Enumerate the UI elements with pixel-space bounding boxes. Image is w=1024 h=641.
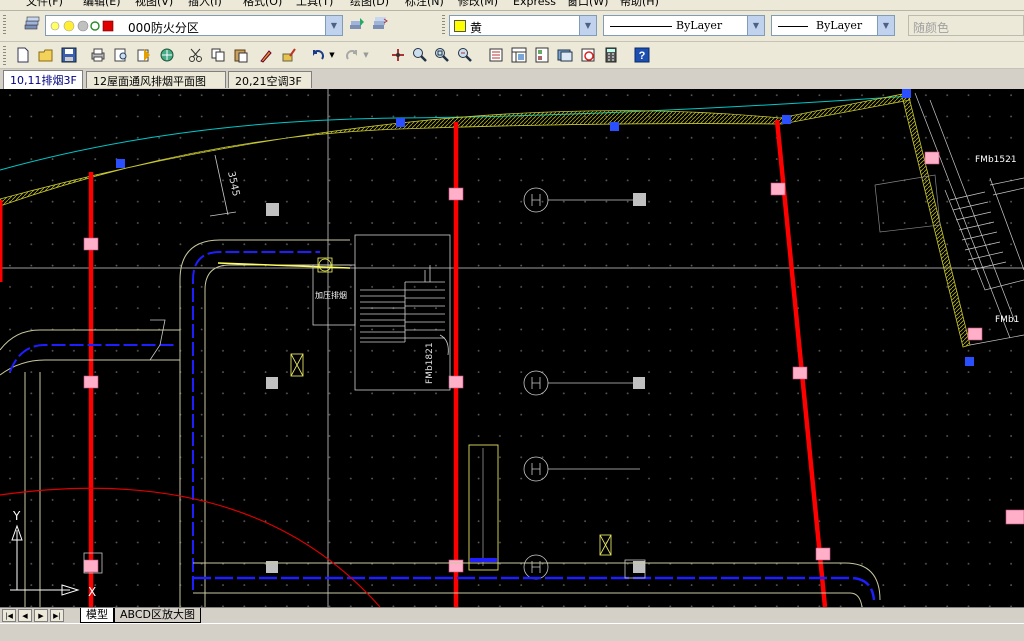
layer-combo[interactable]: 000防火分区 ▼ bbox=[45, 15, 343, 36]
calculator-icon[interactable] bbox=[601, 46, 621, 64]
toolbar-grip[interactable] bbox=[442, 15, 445, 35]
undo-icon[interactable] bbox=[308, 46, 328, 64]
current-plotstyle: 随颜色 bbox=[913, 21, 950, 35]
svg-text:?: ? bbox=[639, 50, 646, 62]
linetype-combo[interactable]: ByLayer ▼ bbox=[603, 15, 765, 36]
layer-manager-icon[interactable] bbox=[22, 15, 42, 33]
menu-file[interactable]: 文件(F) bbox=[26, 0, 63, 9]
pan-realtime-icon[interactable] bbox=[388, 46, 408, 64]
new-file-icon[interactable] bbox=[13, 46, 33, 64]
help-icon[interactable]: ? bbox=[632, 46, 652, 64]
properties-toolbar: 000防火分区 ▼ 黄 ▼ ByLayer ▼ ByLayer ▼ 随颜色 bbox=[0, 11, 1024, 42]
3d-dwf-icon[interactable] bbox=[157, 46, 177, 64]
tab-model[interactable]: 模型 bbox=[80, 608, 114, 623]
menu-view[interactable]: 视图(V) bbox=[135, 0, 173, 9]
color-combo[interactable]: 黄 ▼ bbox=[449, 15, 597, 36]
print-preview-icon[interactable] bbox=[111, 46, 131, 64]
tab-abcd-detail[interactable]: ABCD区放大图 bbox=[114, 608, 202, 623]
toolbar-grip[interactable] bbox=[3, 15, 6, 35]
menu-edit[interactable]: 编辑(E) bbox=[83, 0, 121, 9]
door-label-right: FMb1521 bbox=[975, 155, 1017, 165]
open-folder-icon[interactable] bbox=[36, 46, 56, 64]
properties-icon[interactable] bbox=[486, 46, 506, 64]
menu-modify[interactable]: 修改(M) bbox=[458, 0, 498, 9]
menu-express[interactable]: Express bbox=[513, 0, 556, 9]
lineweight-combo[interactable]: ByLayer ▼ bbox=[771, 15, 895, 36]
status-bar bbox=[0, 623, 1024, 641]
paste-icon[interactable] bbox=[231, 46, 251, 64]
room-label: 加压排烟 bbox=[315, 290, 347, 300]
menu-draw[interactable]: 绘图(D) bbox=[350, 0, 389, 9]
current-layer-name: 000防火分区 bbox=[128, 21, 199, 35]
current-linetype: ByLayer bbox=[676, 19, 723, 32]
current-color-name: 黄 bbox=[470, 21, 483, 35]
menu-window[interactable]: 窗口(W) bbox=[567, 0, 608, 9]
save-icon[interactable] bbox=[59, 46, 79, 64]
chevron-down-icon[interactable]: ▼ bbox=[579, 16, 596, 35]
match-properties-icon[interactable] bbox=[256, 46, 276, 64]
drawing-canvas[interactable]: 3545 加压排烟 FMb1821 FMb1521 FMb1 Y X bbox=[0, 89, 1024, 607]
redo-dropdown-icon[interactable]: ▼ bbox=[360, 46, 372, 64]
redo-icon[interactable] bbox=[342, 46, 362, 64]
lineweight-sample bbox=[778, 26, 808, 27]
linetype-sample bbox=[610, 26, 672, 27]
ucs-y-label: Y bbox=[12, 509, 21, 523]
tab-exhaust-3f[interactable]: 10,11排烟3F bbox=[3, 70, 83, 89]
chevron-down-icon[interactable]: ▼ bbox=[747, 16, 764, 35]
document-tabs: 10,11排烟3F 12屋面通风排烟平面图 20,21空调3F bbox=[0, 69, 1024, 89]
last-layout-icon[interactable]: ▶| bbox=[50, 609, 64, 622]
menu-insert[interactable]: 插入(I) bbox=[188, 0, 222, 9]
zoom-realtime-icon[interactable] bbox=[410, 46, 430, 64]
current-lineweight: ByLayer bbox=[816, 19, 863, 32]
grid-dots bbox=[0, 89, 1024, 607]
copy-icon[interactable] bbox=[208, 46, 228, 64]
make-current-layer-icon[interactable] bbox=[347, 15, 367, 33]
tool-palettes-icon[interactable] bbox=[532, 46, 552, 64]
design-center-icon[interactable] bbox=[509, 46, 529, 64]
menu-format[interactable]: 格式(O) bbox=[243, 0, 282, 9]
tab-roof-ventilation[interactable]: 12屋面通风排烟平面图 bbox=[86, 71, 226, 88]
menu-dimension[interactable]: 标注(N) bbox=[405, 0, 444, 9]
markup-set-icon[interactable] bbox=[578, 46, 598, 64]
first-layout-icon[interactable]: |◀ bbox=[2, 609, 16, 622]
next-layout-icon[interactable]: ▶ bbox=[34, 609, 48, 622]
block-editor-icon[interactable] bbox=[279, 46, 299, 64]
sheet-set-icon[interactable] bbox=[555, 46, 575, 64]
standard-toolbar: ▼ ▼ ? bbox=[0, 42, 1024, 69]
color-swatch bbox=[454, 20, 466, 32]
door-label-center: FMb1821 bbox=[425, 342, 435, 384]
plotstyle-combo[interactable]: 随颜色 bbox=[908, 15, 1024, 36]
toolbar-grip[interactable] bbox=[3, 46, 6, 66]
menu-tools[interactable]: 工具(T) bbox=[296, 0, 333, 9]
menu-help[interactable]: 帮助(H) bbox=[620, 0, 659, 9]
zoom-window-icon[interactable] bbox=[432, 46, 452, 64]
menu-bar: 文件(F) 编辑(E) 视图(V) 插入(I) 格式(O) 工具(T) 绘图(D… bbox=[0, 0, 1024, 11]
publish-icon[interactable] bbox=[134, 46, 154, 64]
chevron-down-icon[interactable]: ▼ bbox=[877, 16, 894, 35]
zoom-previous-icon[interactable] bbox=[455, 46, 475, 64]
print-icon[interactable] bbox=[88, 46, 108, 64]
door-label-right-lower: FMb1 bbox=[995, 315, 1019, 325]
tab-hvac-3f[interactable]: 20,21空调3F bbox=[228, 71, 312, 88]
prev-layout-icon[interactable]: ◀ bbox=[18, 609, 32, 622]
cut-icon[interactable] bbox=[186, 46, 206, 64]
layer-previous-icon[interactable] bbox=[370, 15, 390, 33]
layout-tabs-bar: |◀ ◀ ▶ ▶| 模型 ABCD区放大图 bbox=[0, 607, 1024, 624]
ucs-x-label: X bbox=[88, 585, 96, 599]
undo-dropdown-icon[interactable]: ▼ bbox=[326, 46, 338, 64]
layer-state-icons bbox=[50, 20, 114, 32]
chevron-down-icon[interactable]: ▼ bbox=[325, 16, 342, 35]
